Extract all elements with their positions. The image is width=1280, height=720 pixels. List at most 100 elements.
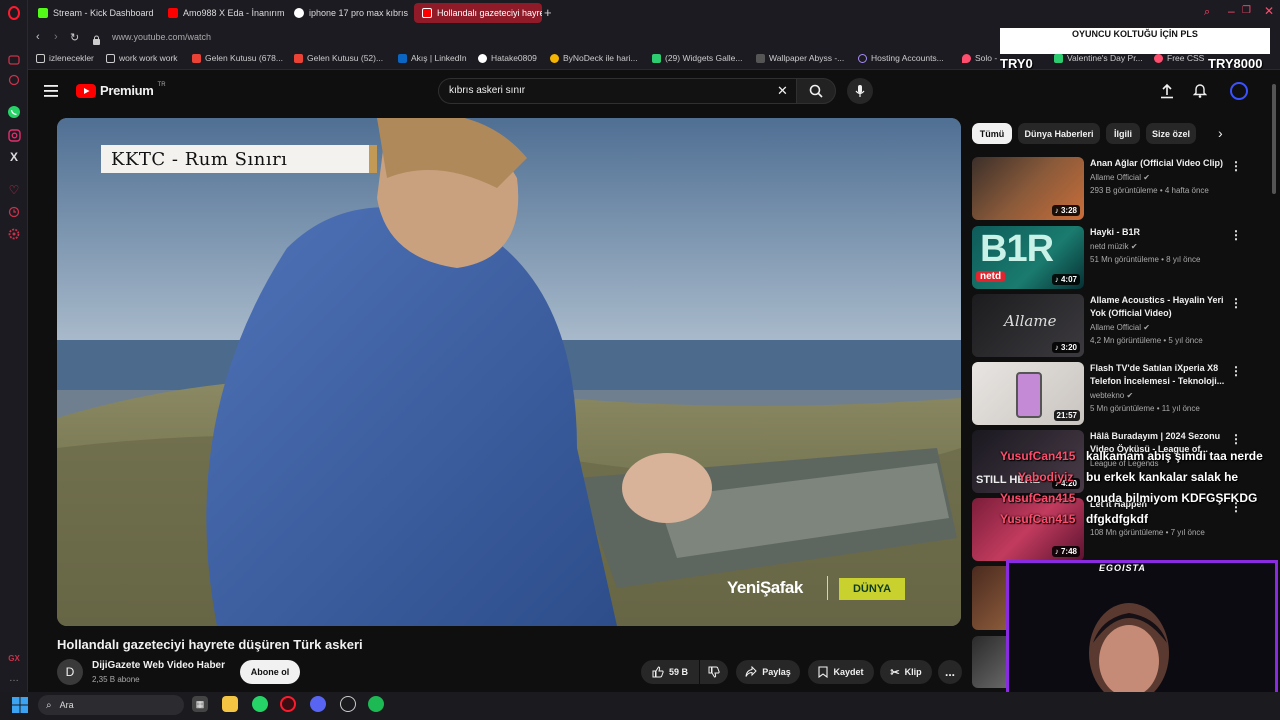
more-vert-icon[interactable]: ⋮ (1230, 159, 1242, 173)
bookmark-item[interactable]: work work work (106, 53, 178, 63)
search-input[interactable]: kıbrıs askeri sınır (449, 85, 525, 96)
search-box[interactable]: kıbrıs askeri sınır ✕ (438, 78, 796, 104)
back-arrow-icon[interactable]: ‹ (36, 31, 40, 43)
like-button[interactable]: 59 B (641, 660, 699, 684)
video-thumbnail[interactable]: Allame ♪ 3:20 (972, 294, 1084, 357)
recommendation-channel[interactable]: Allame Official ✔ (1090, 173, 1150, 182)
bookmark-item[interactable]: Free CSS (1154, 53, 1204, 63)
file-explorer-icon[interactable] (222, 696, 238, 712)
instagram-icon[interactable] (6, 127, 22, 143)
video-thumbnail[interactable]: B1R netd ♪ 4:07 (972, 226, 1084, 289)
bookmark-item[interactable]: Hatake0809 (478, 53, 537, 63)
history-icon[interactable] (6, 72, 22, 88)
video-thumbnail[interactable] (972, 636, 1006, 688)
notifications-bell-icon[interactable] (1192, 82, 1208, 103)
messenger-icon[interactable] (6, 52, 22, 68)
minimize-icon[interactable]: – (1228, 4, 1235, 18)
bookmark-item[interactable]: ByNoDeck ile hari... (550, 53, 638, 63)
bookmark-item[interactable]: Hosting Accounts... (858, 53, 944, 63)
lock-icon[interactable] (92, 32, 101, 50)
bookmark-item[interactable]: Solo - (962, 53, 997, 63)
bookmark-item[interactable]: Wallpaper Abyss -... (756, 53, 844, 63)
clip-button[interactable]: ✂ Klip (880, 660, 932, 684)
recommendation-item[interactable]: ♪ 7:48 Let It Happen 108 Mn görüntüleme … (972, 498, 1262, 562)
recommendation-channel[interactable]: webtekno ✔ (1090, 391, 1133, 400)
search-tabs-icon[interactable]: ⌕ (1204, 6, 1210, 19)
recommendation-item[interactable]: B1R netd ♪ 4:07 Hayki - B1R netd müzik ✔… (972, 226, 1262, 290)
obs-icon[interactable] (340, 696, 356, 712)
opera-gx-icon[interactable]: GX (6, 650, 22, 666)
recommendation-channel[interactable]: netd müzik ✔ (1090, 242, 1138, 251)
recommendation-channel[interactable]: Allame Official ✔ (1090, 323, 1150, 332)
forward-arrow-icon[interactable]: › (54, 31, 58, 43)
more-vert-icon[interactable]: ⋮ (1230, 364, 1242, 378)
more-vert-icon[interactable]: ⋮ (1230, 432, 1242, 446)
dislike-button[interactable] (700, 660, 728, 684)
whatsapp-icon[interactable] (6, 104, 22, 120)
clock-icon[interactable] (6, 204, 22, 220)
recommendation-title[interactable]: Anan Ağlar (Official Video Clip) (1090, 157, 1230, 170)
store-icon[interactable]: ▦ (192, 696, 208, 712)
reload-icon[interactable]: ↻ (70, 31, 79, 44)
taskbar-search[interactable]: ⌕ Ara (38, 695, 184, 715)
avatar[interactable] (1230, 82, 1248, 100)
channel-avatar[interactable]: D (57, 659, 83, 685)
recommendation-item[interactable]: Allame ♪ 3:20 Allame Acoustics - Hayalin… (972, 294, 1262, 358)
recommendation-title[interactable]: Allame Acoustics - Hayalin Yeri Yok (Off… (1090, 294, 1230, 320)
maximize-icon[interactable]: ❐ (1242, 5, 1251, 16)
recommendation-title[interactable]: Flash TV'de Satılan iXperia X8 Telefon İ… (1090, 362, 1230, 388)
video-thumbnail[interactable]: ♪ 7:48 (972, 498, 1084, 561)
bookmark-item[interactable]: izlenecekler (36, 53, 94, 63)
tab-youtube-music[interactable]: Amo988 X Eda - İnanırım (160, 3, 284, 23)
more-actions-button[interactable]: ... (938, 660, 962, 684)
sidebar-more-icon[interactable]: … (6, 670, 22, 686)
more-vert-icon[interactable]: ⋮ (1230, 228, 1242, 242)
more-vert-icon[interactable]: ⋮ (1230, 296, 1242, 310)
subscribe-button[interactable]: Abone ol (240, 660, 300, 684)
video-thumbnail[interactable]: ♪ 3:28 (972, 157, 1084, 220)
bookmark-item[interactable]: Gelen Kutusu (678... (192, 53, 283, 63)
chip-all[interactable]: Tümü (972, 123, 1012, 144)
chip-world-news[interactable]: Dünya Haberleri (1018, 123, 1100, 144)
chips-next-arrow-icon[interactable]: › (1218, 125, 1223, 141)
tab-google-search[interactable]: iphone 17 pro max kıbrıs (286, 3, 408, 23)
upload-icon[interactable] (1160, 83, 1174, 104)
new-tab-plus-icon[interactable]: + (544, 5, 552, 20)
tab-youtube-active[interactable]: Hollandalı gazeteciyi hayre (414, 3, 542, 23)
share-button[interactable]: Paylaş (736, 660, 800, 684)
channel-name[interactable]: DijiGazete Web Video Haber (92, 660, 225, 671)
save-button[interactable]: Kaydet (808, 660, 874, 684)
tab-kick-dashboard[interactable]: Stream - Kick Dashboard (30, 3, 158, 23)
chip-for-you[interactable]: Size özel (1146, 123, 1196, 144)
discord-icon[interactable] (310, 696, 326, 712)
close-window-icon[interactable]: ✕ (1264, 4, 1274, 18)
video-player[interactable]: KKTC - Rum Sınırı YeniŞafak DÜNYA (57, 118, 961, 626)
recommendation-item[interactable]: 21:57 Flash TV'de Satılan iXperia X8 Tel… (972, 362, 1262, 426)
whatsapp-icon[interactable] (252, 696, 268, 712)
page-scrollbar[interactable] (1272, 84, 1276, 194)
settings-gear-icon[interactable] (6, 226, 22, 242)
search-button[interactable] (796, 78, 836, 104)
recommendation-item[interactable]: ♪ 3:28 Anan Ağlar (Official Video Clip) … (972, 157, 1262, 221)
video-thumbnail[interactable] (972, 566, 1006, 630)
opera-gx-icon[interactable] (280, 696, 296, 712)
url-field[interactable]: www.youtube.com/watch (112, 32, 211, 42)
spotify-icon[interactable] (368, 696, 384, 712)
verified-check-icon: ✔ (1143, 173, 1150, 182)
x-twitter-icon[interactable]: X (6, 149, 22, 165)
youtube-logo[interactable]: Premium TR (76, 82, 166, 98)
opera-logo-icon[interactable] (6, 5, 22, 21)
hamburger-menu-icon[interactable] (44, 84, 60, 103)
bookmark-item[interactable]: Akış | LinkedIn (398, 53, 467, 63)
clear-search-icon[interactable]: ✕ (777, 83, 788, 99)
chip-related[interactable]: İlgili (1106, 123, 1140, 144)
windows-start-icon[interactable] (12, 697, 28, 718)
bookmark-item[interactable]: Valentine's Day Pr... (1054, 53, 1143, 63)
bookmark-item[interactable]: Gelen Kutusu (52)... (294, 53, 383, 63)
recommendation-title[interactable]: Hayki - B1R (1090, 226, 1230, 239)
bookmark-label: (29) Widgets Galle... (665, 53, 743, 63)
voice-search-button[interactable] (847, 78, 873, 104)
bookmark-item[interactable]: (29) Widgets Galle... (652, 53, 742, 63)
video-thumbnail[interactable]: 21:57 (972, 362, 1084, 425)
heart-icon[interactable]: ♡ (6, 182, 22, 198)
